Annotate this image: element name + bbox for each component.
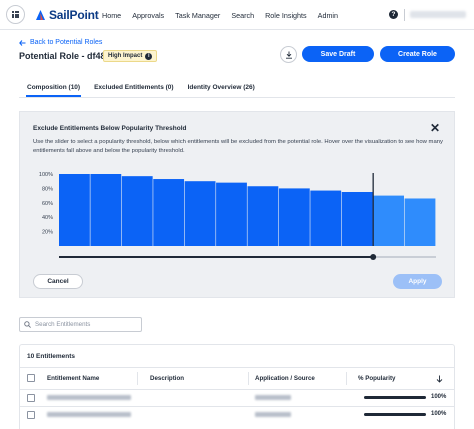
column-description[interactable]: Description — [150, 375, 184, 382]
entitlement-name-cell — [47, 412, 131, 417]
tab-composition[interactable]: Composition (10) — [25, 84, 82, 97]
cancel-button[interactable]: Cancel — [33, 274, 83, 289]
entitlement-count: 10 Entitlements — [27, 353, 76, 360]
chart-bar[interactable] — [121, 176, 153, 246]
chart-bar[interactable] — [184, 181, 216, 246]
back-link-label: Back to Potential Roles — [30, 39, 103, 46]
column-divider — [248, 372, 249, 385]
page-title: Potential Role - df482e — [19, 51, 116, 61]
tabs-divider — [19, 97, 455, 98]
y-tick-label: 40% — [42, 215, 53, 221]
sailpoint-logo[interactable]: SailPoint — [34, 8, 99, 22]
nav-divider — [404, 9, 405, 21]
application-source-cell — [255, 395, 291, 400]
row-checkbox[interactable] — [27, 394, 35, 402]
user-menu[interactable] — [410, 11, 466, 18]
search-entitlements[interactable] — [19, 317, 142, 332]
y-tick-label: 20% — [42, 230, 53, 236]
tab-bar: Composition (10) Excluded Entitlements (… — [25, 84, 255, 97]
nav-item-home[interactable]: Home — [102, 11, 121, 20]
nav-item-search[interactable]: Search — [231, 11, 254, 20]
top-nav: SailPoint Home Approvals Task Manager Se… — [0, 0, 474, 30]
save-draft-button[interactable]: Save Draft — [302, 46, 374, 62]
arrow-left-icon — [19, 39, 26, 46]
grid-dots-icon[interactable] — [6, 5, 25, 24]
table-divider — [20, 367, 454, 368]
y-tick-label: 80% — [42, 186, 53, 192]
search-input[interactable] — [35, 321, 135, 328]
slider-handle[interactable] — [370, 254, 377, 260]
download-button[interactable] — [280, 46, 297, 63]
table-row[interactable]: 100% — [20, 406, 454, 423]
back-link[interactable]: Back to Potential Roles — [19, 39, 102, 46]
logo-text: SailPoint — [49, 8, 99, 22]
impact-badge: High Impact i — [103, 50, 158, 62]
column-entitlement-name[interactable]: Entitlement Name — [47, 375, 99, 382]
chart-bar[interactable] — [341, 192, 373, 246]
tab-identity-overview[interactable]: Identity Overview (26) — [188, 84, 255, 97]
chart-bar[interactable] — [310, 190, 342, 246]
popularity-bar — [364, 413, 426, 416]
tab-excluded-entitlements[interactable]: Excluded Entitlements (0) — [94, 84, 173, 97]
table-row[interactable]: 100% — [20, 389, 454, 406]
popularity-value: 100% — [431, 394, 447, 400]
threshold-panel: Exclude Entitlements Below Popularity Th… — [19, 111, 455, 298]
nav-item-role-insights[interactable]: Role Insights — [265, 11, 307, 20]
row-checkbox[interactable] — [27, 411, 35, 419]
popularity-bar — [364, 396, 426, 399]
chart-bar[interactable] — [153, 179, 185, 246]
info-icon[interactable]: i — [145, 52, 153, 60]
arrow-down-icon[interactable] — [436, 375, 443, 383]
column-application-source[interactable]: Application / Source — [255, 375, 315, 382]
apply-button[interactable]: Apply — [393, 274, 442, 289]
chart-bar[interactable] — [59, 174, 90, 246]
y-tick-label: 60% — [42, 201, 53, 207]
column-divider — [346, 372, 347, 385]
column-divider — [137, 372, 138, 385]
application-source-cell — [255, 412, 291, 417]
chart-bar[interactable] — [90, 174, 122, 246]
column-popularity[interactable]: % Popularity — [358, 375, 395, 382]
nav-item-task-manager[interactable]: Task Manager — [175, 11, 220, 20]
chart-bar[interactable] — [278, 188, 310, 246]
create-role-button[interactable]: Create Role — [380, 46, 455, 62]
table-header: Entitlement Name Description Application… — [20, 372, 454, 386]
entitlement-name-cell — [47, 395, 131, 400]
logo-mark-icon — [34, 9, 47, 22]
nav-menu: Home Approvals Task Manager Search Role … — [102, 11, 338, 20]
chart-bar[interactable] — [373, 195, 404, 246]
impact-badge-label: High Impact — [108, 53, 143, 59]
entitlements-table: 10 Entitlements Entitlement Name Descrip… — [19, 344, 455, 429]
y-tick-label: 100% — [39, 172, 53, 178]
chart-bar[interactable] — [247, 186, 279, 246]
nav-item-approvals[interactable]: Approvals — [132, 11, 164, 20]
help-circle-icon[interactable]: ? — [389, 10, 398, 19]
search-icon — [24, 321, 31, 328]
nav-item-admin[interactable]: Admin — [318, 11, 338, 20]
select-all-checkbox[interactable] — [27, 374, 35, 382]
chart-bar[interactable] — [216, 182, 247, 246]
chart-bar[interactable] — [404, 198, 436, 246]
popularity-chart[interactable]: 100% 80% 60% 40% 20% — [20, 112, 456, 272]
popularity-value: 100% — [431, 411, 447, 417]
download-icon — [285, 51, 292, 59]
